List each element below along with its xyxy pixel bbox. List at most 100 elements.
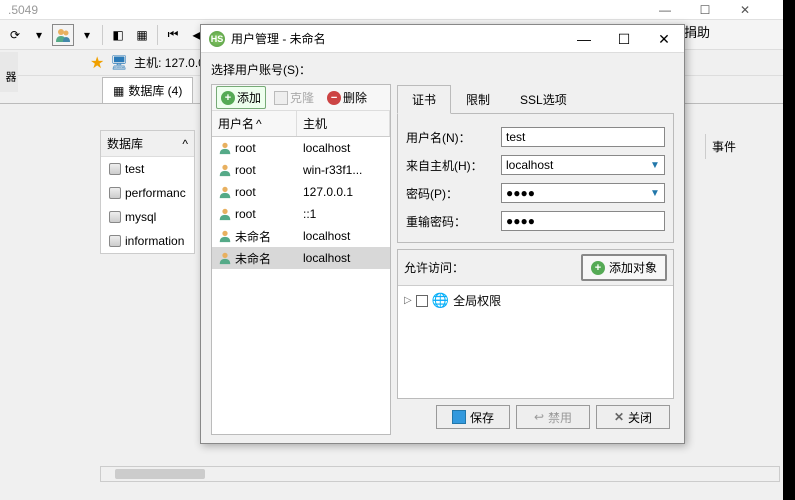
tb-icon-1[interactable]: ◧ [107, 24, 129, 46]
user-row[interactable]: root127.0.0.1 [212, 181, 390, 203]
first-icon[interactable]: ⏮ [162, 24, 184, 46]
plus-icon: + [591, 261, 605, 275]
sidebar-item[interactable]: performanc [101, 181, 194, 205]
dialog-content: + 添加 克隆 − 删除 用户名^ 主机 [211, 84, 674, 435]
dialog-titlebar[interactable]: HS 用户管理 - 未命名 — ☐ ✕ [201, 25, 684, 53]
disable-button[interactable]: ↩禁用 [516, 405, 590, 429]
database-icon [109, 163, 121, 175]
user-icon [218, 163, 232, 177]
access-header: 允许访问： + 添加对象 [398, 250, 673, 285]
sidebar-item[interactable]: mysql [101, 205, 194, 229]
refresh-icon[interactable]: ⟳ [4, 24, 26, 46]
username-input[interactable]: test [501, 127, 665, 147]
users-icon[interactable] [52, 24, 74, 46]
user-row[interactable]: rootwin-r33f1... [212, 159, 390, 181]
user-row[interactable]: 未命名localhost [212, 247, 390, 269]
delete-label: 删除 [343, 89, 367, 106]
db-name: performanc [125, 186, 186, 200]
tab-ssl[interactable]: SSL选项 [505, 85, 582, 114]
database-icon [109, 211, 121, 223]
dialog-body: 选择用户账号(S)： + 添加 克隆 − 删除 [201, 53, 684, 443]
events-header: 事件 [712, 140, 736, 154]
tab-certificate[interactable]: 证书 [397, 85, 451, 114]
user-icon [218, 141, 232, 155]
star-icon: ★ [90, 53, 104, 73]
user-icon [218, 185, 232, 199]
db-tab-label: 数据库 (4) [128, 82, 182, 99]
dialog-icon: HS [209, 31, 225, 47]
sort-icon: ^ [182, 137, 188, 151]
user-icon [218, 251, 232, 265]
dialog-close-button[interactable]: ✕ [644, 25, 684, 53]
dialog-window-buttons: — ☐ ✕ [564, 25, 684, 53]
sort-asc-icon: ^ [256, 117, 262, 131]
user-row[interactable]: rootlocalhost [212, 137, 390, 159]
database-tab[interactable]: ▦ 数据库 (4) [102, 77, 193, 103]
save-button[interactable]: 保存 [436, 405, 510, 429]
dialog-minimize-button[interactable]: — [564, 25, 604, 53]
user-row[interactable]: root::1 [212, 203, 390, 225]
left-panel-tab[interactable]: 器 [0, 52, 18, 92]
repassword-input[interactable]: ●●●● [501, 211, 665, 231]
horizontal-scrollbar[interactable] [100, 466, 780, 482]
user-row[interactable]: 未命名localhost [212, 225, 390, 247]
username-column-header[interactable]: 用户名^ [212, 111, 297, 136]
tree-row-global[interactable]: ▷ 🌐 全局权限 [404, 292, 667, 309]
db-tab-icon: ▦ [113, 84, 124, 98]
add-user-button[interactable]: + 添加 [216, 86, 266, 109]
global-privilege-label: 全局权限 [453, 292, 501, 309]
black-edge [783, 0, 795, 500]
expand-icon[interactable]: ▷ [404, 295, 412, 306]
dropdown-icon[interactable]: ▼ [648, 158, 662, 172]
clone-icon [274, 91, 288, 105]
delete-user-button[interactable]: − 删除 [322, 86, 372, 109]
minus-icon: − [327, 91, 341, 105]
fromhost-label: 来自主机(H)： [406, 157, 501, 174]
separator [157, 25, 158, 45]
minimize-button[interactable]: — [645, 0, 685, 20]
tb-icon-2[interactable]: ▦ [131, 24, 153, 46]
db-name: information [125, 234, 184, 248]
sidebar-item[interactable]: information [101, 229, 194, 253]
sidebar-header[interactable]: 数据库 ^ [101, 131, 194, 157]
checkbox[interactable] [416, 295, 428, 307]
version-text: .5049 [8, 3, 38, 17]
database-icon [109, 235, 121, 247]
user-list-toolbar: + 添加 克隆 − 删除 [212, 85, 390, 111]
sidebar-header-label: 数据库 [107, 135, 143, 152]
add-object-button[interactable]: + 添加对象 [581, 254, 667, 281]
select-user-label: 选择用户账号(S)： [211, 61, 674, 78]
password-input[interactable]: ●●●●▼ [501, 183, 665, 203]
access-label: 允许访问： [404, 259, 464, 276]
add-label: 添加 [237, 89, 261, 106]
clone-label: 克隆 [290, 89, 314, 106]
dropdown-icon[interactable]: ▾ [28, 24, 50, 46]
detail-tabs: 证书 限制 SSL选项 [397, 84, 674, 114]
username-label: 用户名(N)： [406, 129, 501, 146]
access-block: 允许访问： + 添加对象 ▷ 🌐 全局权限 [397, 249, 674, 399]
dialog-title: 用户管理 - 未命名 [231, 30, 326, 47]
x-icon: ✕ [614, 410, 624, 424]
dropdown-icon[interactable]: ▼ [648, 186, 662, 200]
dialog-maximize-button[interactable]: ☐ [604, 25, 644, 53]
close-dialog-button[interactable]: ✕关闭 [596, 405, 670, 429]
fromhost-input[interactable]: localhost▼ [501, 155, 665, 175]
maximize-button[interactable]: ☐ [685, 0, 725, 20]
dropdown2-icon[interactable]: ▾ [76, 24, 98, 46]
detail-pane: 证书 限制 SSL选项 用户名(N)： test 来自主机(H)： localh… [397, 84, 674, 435]
password-label: 密码(P)： [406, 185, 501, 202]
tab-limit[interactable]: 限制 [451, 85, 505, 114]
plus-icon: + [221, 91, 235, 105]
globe-icon: 🌐 [432, 292, 449, 309]
scrollbar-thumb[interactable] [115, 469, 205, 479]
events-column: 事件 [705, 134, 765, 159]
database-sidebar: 数据库 ^ test performanc mysql information [100, 130, 195, 254]
user-list-pane: + 添加 克隆 − 删除 用户名^ 主机 [211, 84, 391, 435]
host-column-header[interactable]: 主机 [297, 111, 390, 136]
close-button[interactable]: ✕ [725, 0, 765, 20]
user-list-header: 用户名^ 主机 [212, 111, 390, 137]
undo-icon: ↩ [534, 410, 544, 424]
clone-user-button[interactable]: 克隆 [269, 86, 319, 109]
host-label[interactable]: 主机: 127.0.0. [134, 54, 208, 71]
sidebar-item[interactable]: test [101, 157, 194, 181]
